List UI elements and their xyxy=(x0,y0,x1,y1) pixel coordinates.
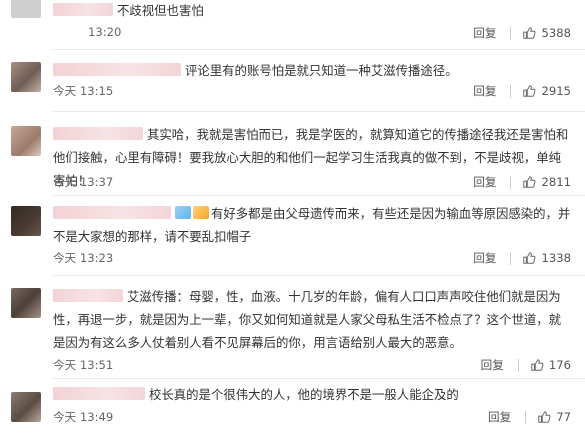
comment-text: 艾滋传播：母婴，性，血液。十几岁的年龄，偏有人口口声声咬住他们就是因为性，再退一… xyxy=(53,285,573,354)
comment-text: 不歧视但也害怕 xyxy=(53,0,573,22)
comment-time: 今天 13:15 xyxy=(53,84,114,98)
divider-icon xyxy=(517,358,519,372)
comment-time: 今天 13:23 xyxy=(53,251,114,265)
comment-actions: 回复 1338 xyxy=(473,250,571,266)
avatar[interactable] xyxy=(11,288,41,318)
comment-item: 评论里有的账号怕是就只知道一种艾滋传播途径。 今天 13:15 回复 2915 xyxy=(0,50,585,112)
member-badge-icon[interactable] xyxy=(175,206,191,219)
avatar[interactable] xyxy=(11,206,41,236)
divider-icon xyxy=(510,26,512,40)
comment-body: 艾滋传播：母婴，性，血液。十几岁的年龄，偏有人口口声声咬住他们就是因为性，再退一… xyxy=(53,289,562,350)
username-redacted[interactable] xyxy=(53,289,123,302)
reply-button[interactable]: 回复 xyxy=(473,250,496,266)
reply-button[interactable]: 回复 xyxy=(488,409,511,425)
username-redacted[interactable] xyxy=(53,206,171,219)
comment-item: 艾滋传播：母婴，性，血液。十几岁的年龄，偏有人口口声声咬住他们就是因为性，再退一… xyxy=(0,276,585,380)
comment-actions: 回复 2811 xyxy=(473,174,571,190)
reply-button[interactable]: 回复 xyxy=(473,25,496,41)
comment-actions: 回复 2915 xyxy=(473,83,571,99)
comment-body: 校长真的是个很伟大的人，他的境界不是一般人能企及的 xyxy=(149,387,459,402)
like-count: 77 xyxy=(556,410,571,424)
comment-item: 校长真的是个很伟大的人，他的境界不是一般人能企及的 今天 13:49 回复 77 xyxy=(0,380,585,438)
comment-item: 其实哈，我就是害怕而已，我是学医的，就算知道它的传播途径我还是害怕和他们接触，心… xyxy=(0,112,585,197)
like-count: 2915 xyxy=(541,84,571,98)
divider-icon xyxy=(525,410,527,424)
like-count: 1338 xyxy=(541,251,571,265)
comment-text: 有好多都是由父母遗传而来，有些还是因为输血等原因感染的，并不是大家想的那样，请不… xyxy=(53,202,573,248)
comment-item: 有好多都是由父母遗传而来，有些还是因为输血等原因感染的，并不是大家想的那样，请不… xyxy=(0,197,585,276)
divider-icon xyxy=(510,251,512,265)
username-redacted[interactable] xyxy=(53,3,113,16)
comment-body: 不歧视但也害怕 xyxy=(117,3,204,18)
username-redacted[interactable] xyxy=(53,127,143,140)
thumbs-up-icon[interactable] xyxy=(522,175,536,189)
avatar[interactable] xyxy=(11,392,41,422)
reply-button[interactable]: 回复 xyxy=(473,174,496,190)
comment-item: 不歧视但也害怕 13:20 回复 5388 xyxy=(0,0,585,50)
thumbs-up-icon[interactable] xyxy=(537,410,551,424)
thumbs-up-icon[interactable] xyxy=(522,26,536,40)
reply-button[interactable]: 回复 xyxy=(481,357,504,373)
comment-time: 13:20 xyxy=(88,25,122,39)
comment-body: 评论里有的账号怕是就只知道一种艾滋传播途径。 xyxy=(185,63,458,78)
like-count: 2811 xyxy=(541,175,571,189)
username-redacted[interactable] xyxy=(53,63,181,76)
comment-time: 今天 13:51 xyxy=(53,358,114,372)
row-divider xyxy=(53,195,585,196)
comment-time: 今天 13:49 xyxy=(53,410,114,424)
comment-actions: 回复 77 xyxy=(488,409,571,425)
reply-button[interactable]: 回复 xyxy=(473,83,496,99)
vip-badge-icon[interactable] xyxy=(193,206,209,219)
comment-text: 校长真的是个很伟大的人，他的境界不是一般人能企及的 xyxy=(53,383,573,406)
comment-text: 评论里有的账号怕是就只知道一种艾滋传播途径。 xyxy=(53,59,573,82)
username-redacted[interactable] xyxy=(53,387,145,400)
thumbs-up-icon[interactable] xyxy=(522,84,536,98)
comment-actions: 回复 5388 xyxy=(473,25,571,41)
thumbs-up-icon[interactable] xyxy=(530,358,544,372)
avatar[interactable] xyxy=(11,0,41,18)
comment-time: 今天 13:37 xyxy=(53,175,114,189)
avatar[interactable] xyxy=(11,62,41,92)
divider-icon xyxy=(510,84,512,98)
like-count: 176 xyxy=(548,358,571,372)
row-divider xyxy=(53,378,585,379)
divider-icon xyxy=(510,175,512,189)
avatar[interactable] xyxy=(11,126,41,156)
thumbs-up-icon[interactable] xyxy=(522,251,536,265)
like-count: 5388 xyxy=(541,26,571,40)
comment-actions: 回复 176 xyxy=(481,357,571,373)
